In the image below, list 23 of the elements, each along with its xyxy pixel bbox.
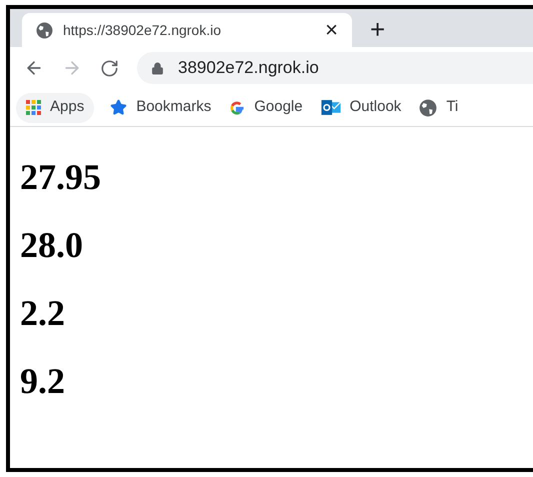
heading-number: 9.2 [20, 360, 66, 403]
new-tab-button[interactable]: + [370, 16, 386, 42]
lock-icon [151, 62, 164, 74]
bookmark-item[interactable]: Google [227, 92, 305, 122]
heading-number: 27.95 [20, 156, 102, 199]
tab-title: https://38902e72.ngrok.io [63, 20, 222, 40]
globe-icon [419, 98, 438, 116]
bookmark-item[interactable]: Bookmarks [108, 92, 214, 122]
heading-number: 2.2 [20, 292, 66, 335]
google-g-icon [229, 100, 246, 116]
mail-envelope-icon [320, 99, 341, 116]
heading-number: 28.0 [20, 224, 84, 267]
url-text: 38902e72.ngrok.io [178, 57, 319, 80]
browser-tab[interactable]: https://38902e72.ngrok.io × [22, 13, 352, 47]
bookmark-item[interactable]: Apps [16, 92, 94, 122]
star-icon [110, 99, 128, 116]
bookmark-item[interactable]: Outlook [318, 92, 404, 122]
address-field[interactable]: 38902e72.ngrok.io [137, 52, 533, 84]
globe-icon [36, 22, 53, 38]
reload-icon[interactable] [100, 58, 119, 78]
bookmark-item[interactable]: Ti [417, 92, 460, 122]
apps-grid-icon [26, 100, 41, 115]
close-tab-button[interactable]: × [325, 19, 338, 41]
